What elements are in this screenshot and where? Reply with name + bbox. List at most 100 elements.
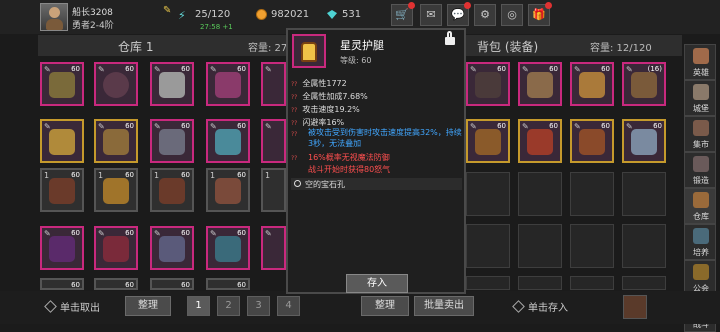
sidebar-item-market[interactable]: 集市	[684, 116, 716, 152]
guild-icon	[693, 264, 709, 280]
mail-icon[interactable]: ✉	[420, 4, 442, 26]
forge-icon	[693, 156, 709, 172]
warehouse-slot[interactable]: ✎ 60	[40, 62, 84, 106]
empty-backpack-slot[interactable]	[466, 276, 510, 290]
empty-backpack-slot[interactable]	[518, 276, 562, 290]
effect-marker-1: ??	[291, 131, 298, 138]
take-out-radio-icon[interactable]	[44, 300, 57, 313]
sort-warehouse-button[interactable]: 整理	[125, 296, 171, 316]
player-name: 船长3208	[72, 8, 113, 18]
wheel-icon[interactable]: ◎	[501, 4, 523, 26]
empty-backpack-slot[interactable]	[622, 172, 666, 216]
market-icon	[693, 120, 709, 136]
backpack-grid: ✎ 60 ✎ 60 ✎ 60 ✎ (16) ✎ 60 ✎ 60 ✎ 60 ✎ 60	[466, 58, 682, 290]
energy-icon: ⚡	[178, 9, 186, 22]
warehouse-slot[interactable]: ✎ 60	[94, 62, 138, 106]
backpack-slot[interactable]: ✎ 60	[622, 119, 666, 163]
bulk-sell-button[interactable]: 批量卖出	[414, 296, 474, 316]
warehouse-slot[interactable]: ✎ 60	[40, 226, 84, 270]
train-icon	[693, 228, 709, 244]
sidebar-item-warehouse[interactable]: 仓库	[684, 188, 716, 224]
warehouse-slot[interactable]: 1 60	[40, 168, 84, 212]
sidebar-item-train[interactable]: 培养	[684, 224, 716, 260]
warehouse-page-3[interactable]: 3	[247, 296, 270, 316]
warehouse-slot[interactable]: ✎ 60	[206, 119, 250, 163]
settings-icon[interactable]: ⚙	[474, 4, 496, 26]
gold-value: 982021	[271, 9, 310, 20]
gift-icon[interactable]: 🎁	[528, 2, 552, 26]
sidebar-item-forge[interactable]: 锻造	[684, 152, 716, 188]
empty-backpack-slot[interactable]	[570, 224, 614, 268]
warehouse-slot[interactable]: 60	[40, 278, 84, 290]
empty-backpack-slot[interactable]	[518, 172, 562, 216]
store-button[interactable]: 存入	[346, 274, 408, 293]
warehouse-slot[interactable]: 1 60	[94, 168, 138, 212]
warehouse-slot[interactable]: ✎ 60	[150, 226, 194, 270]
gem-socket-row: 空的宝石孔	[291, 178, 462, 190]
effect-rage-start: 战斗开始时获得80怒气	[308, 165, 391, 174]
warehouse-page-1[interactable]: 1	[187, 296, 210, 316]
warehouse-slot[interactable]: 1 60	[206, 168, 250, 212]
store-radio-icon[interactable]	[512, 300, 525, 313]
backpack-title[interactable]: 背包 (装备)	[477, 38, 538, 55]
sidebar-item-hero[interactable]: 英雄	[684, 44, 716, 80]
backpack-slot[interactable]: ✎ 60	[570, 62, 614, 106]
empty-backpack-slot[interactable]	[518, 224, 562, 268]
empty-backpack-slot[interactable]	[622, 224, 666, 268]
take-out-label[interactable]: 单击取出	[60, 299, 100, 314]
backpack-slot[interactable]: ✎ 60	[518, 62, 562, 106]
warehouse-slot[interactable]: 60	[206, 278, 250, 290]
store-label[interactable]: 单击存入	[528, 299, 568, 314]
warehouse-slot[interactable]: ✎ 60	[94, 226, 138, 270]
warehouse-slot[interactable]: ✎	[261, 119, 286, 163]
warehouse-slot[interactable]: ✎ 60	[150, 119, 194, 163]
backpack-quick-icon[interactable]	[623, 295, 647, 319]
warehouse-slot[interactable]: 60	[150, 278, 194, 290]
warehouse-slot[interactable]: 1 60	[150, 168, 194, 212]
rename-icon[interactable]: ✎	[163, 5, 171, 16]
empty-backpack-slot[interactable]	[570, 172, 614, 216]
warehouse-grid: ✎ 60 ✎ 60 ✎ 60 ✎ 60 ✎ ✎ ✎ 60 ✎ 60 ✎ 60 ✎ 1 60 16…	[40, 58, 286, 290]
player-avatar[interactable]	[40, 3, 68, 31]
backpack-slot[interactable]: ✎ (16)	[622, 62, 666, 106]
warehouse-slot[interactable]: 60	[94, 278, 138, 290]
warehouse-title[interactable]: 仓库 1	[118, 38, 153, 55]
backpack-slot[interactable]: ✎ 60	[466, 119, 510, 163]
backpack-slot[interactable]: ✎ 60	[466, 62, 510, 106]
effect-attack-speed-proc: 被攻击受到伤害时攻击速度提高32%，持续3秒，无法叠加	[308, 128, 462, 148]
warehouse-icon	[693, 192, 709, 208]
item-name: 星灵护腿	[340, 39, 384, 52]
backpack-slot[interactable]: ✎ 60	[518, 119, 562, 163]
hero-icon	[693, 48, 709, 64]
empty-backpack-slot[interactable]	[570, 276, 614, 290]
empty-backpack-slot[interactable]	[466, 172, 510, 216]
empty-backpack-slot[interactable]	[466, 224, 510, 268]
warehouse-slot[interactable]: ✎	[40, 119, 84, 163]
sidebar-item-castle[interactable]: 城堡	[684, 80, 716, 116]
warehouse-slot[interactable]: ✎	[261, 62, 286, 106]
gold-coin-icon	[256, 9, 267, 20]
player-rank: 勇者2-4阶	[72, 21, 114, 31]
warehouse-slot[interactable]: ✎ 60	[150, 62, 194, 106]
unlock-icon[interactable]	[445, 31, 455, 45]
warehouse-page-2[interactable]: 2	[217, 296, 240, 316]
gem-icon	[327, 10, 337, 19]
stat-all-attributes-bonus: ?? 全属性加成7.68%	[291, 92, 368, 101]
effect-ignore-magic-defense: 16%概率无视魔法防御	[308, 153, 390, 162]
warehouse-page-4[interactable]: 4	[277, 296, 300, 316]
warehouse-slot[interactable]: ✎ 60	[94, 119, 138, 163]
stat-attack-speed: ?? 攻击速度19.2%	[291, 105, 360, 114]
chat-icon[interactable]: 💬	[447, 2, 471, 26]
warehouse-slot[interactable]: ✎ 60	[206, 226, 250, 270]
effect-marker-2: ??	[291, 155, 298, 162]
warehouse-slot[interactable]: 1	[261, 168, 286, 212]
warehouse-slot[interactable]: ✎ 60	[206, 62, 250, 106]
energy-timer: 27:58 +1	[200, 23, 233, 31]
backpack-slot[interactable]: ✎ 60	[570, 119, 614, 163]
shop-icon[interactable]: 🛒	[391, 2, 415, 26]
gem-socket-label: 空的宝石孔	[305, 180, 345, 189]
warehouse-slot[interactable]: ✎	[261, 226, 286, 270]
sort-backpack-button[interactable]: 整理	[361, 296, 409, 316]
empty-backpack-slot[interactable]	[622, 276, 666, 290]
item-leggings-icon	[292, 34, 326, 68]
